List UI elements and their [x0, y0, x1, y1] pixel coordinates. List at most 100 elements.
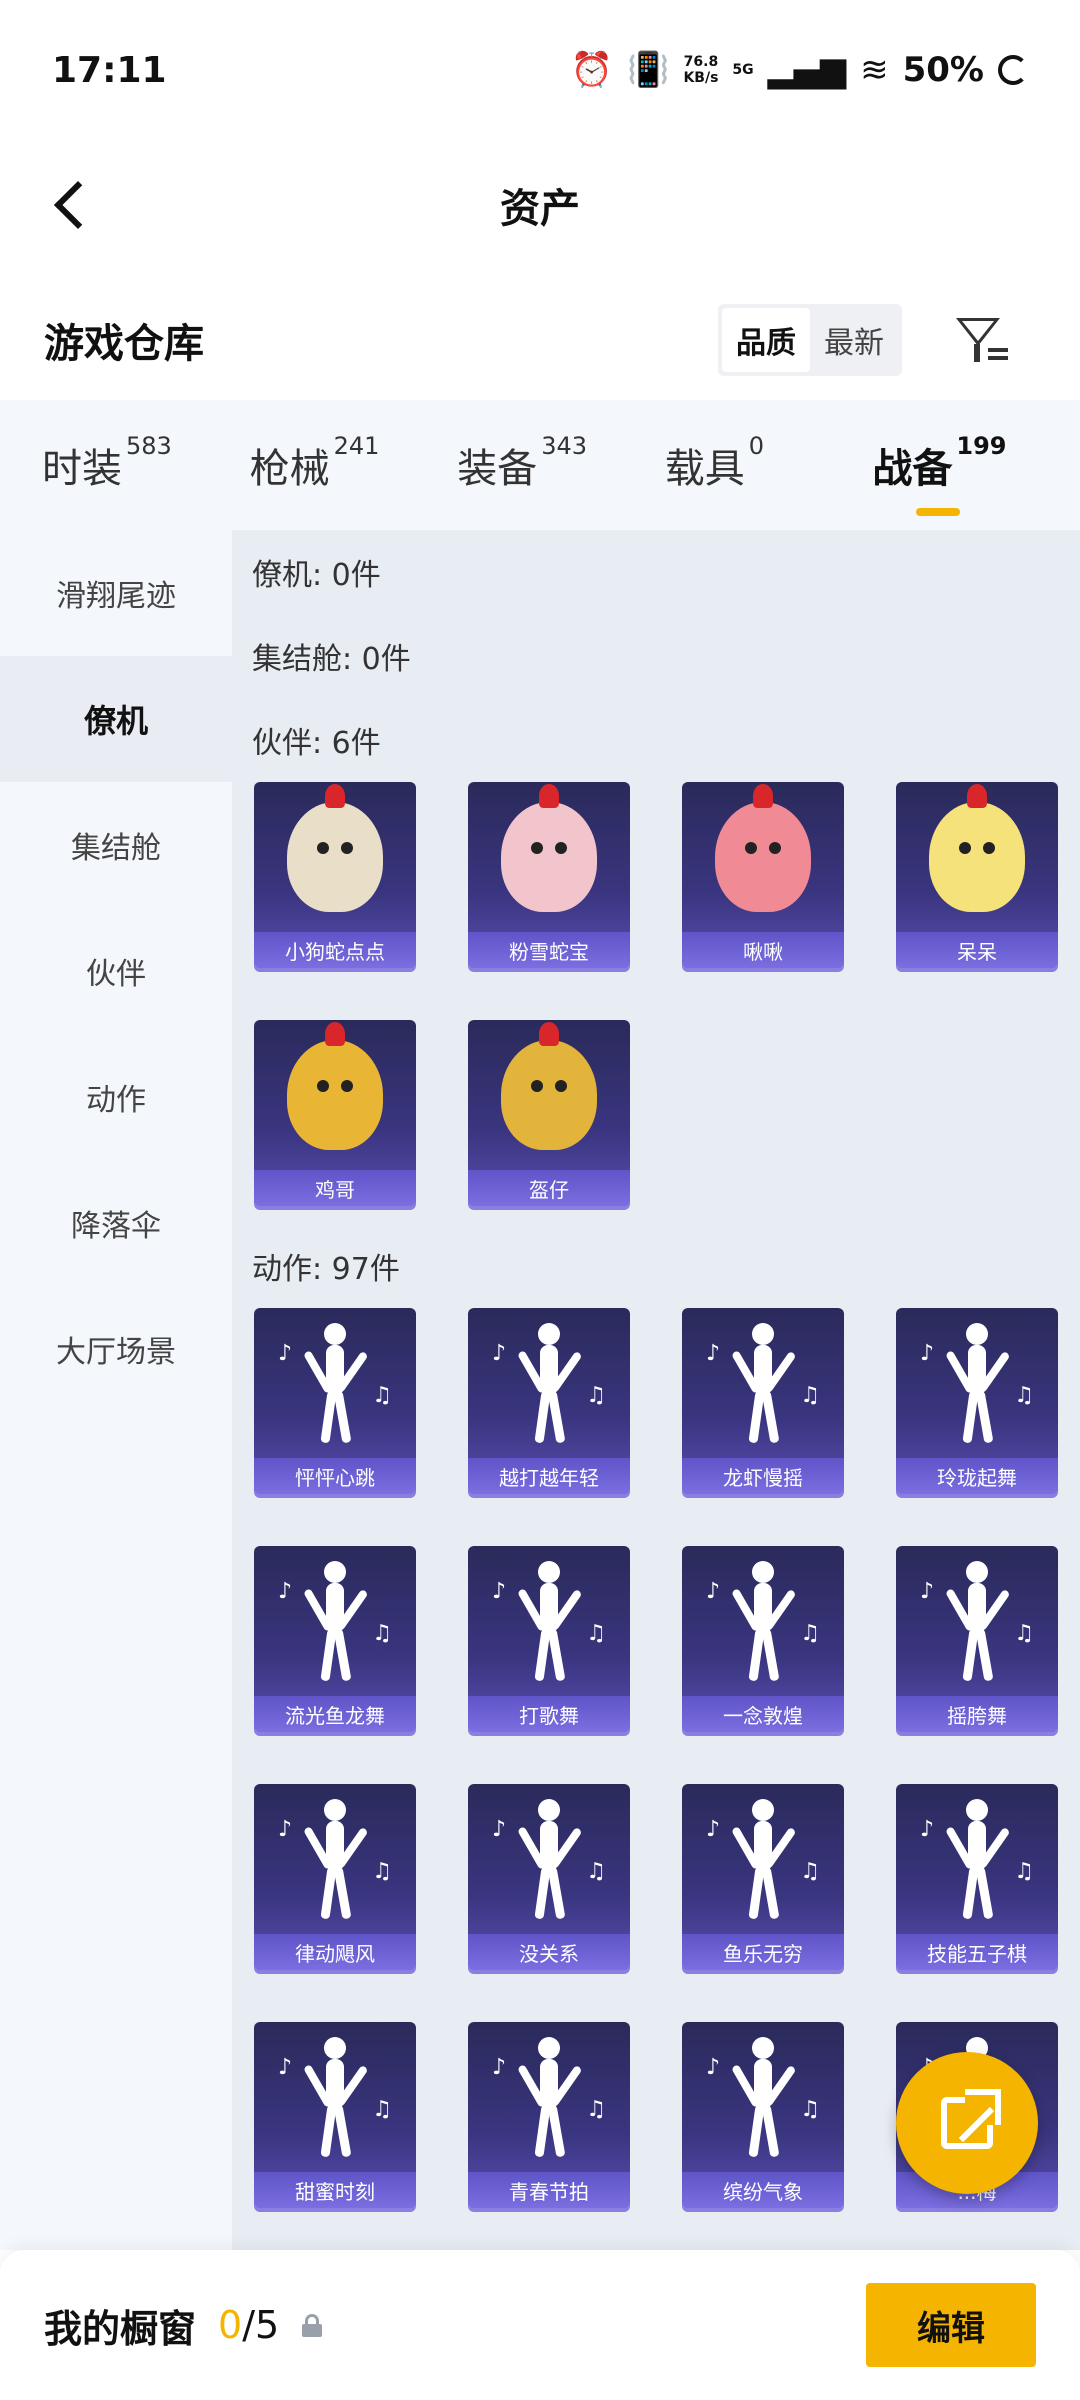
partner-image	[254, 782, 416, 932]
tab-label: 载具	[664, 446, 745, 492]
back-button[interactable]	[36, 170, 106, 240]
emote-card[interactable]: ♪ ♫ 没关系	[468, 1784, 630, 1970]
showcase-current: 0	[218, 2303, 243, 2347]
emote-name: 流光鱼龙舞	[254, 1696, 416, 1732]
emote-card[interactable]: ♪ ♫ 一念敦煌	[682, 1546, 844, 1732]
section-assembly: 集结舱: 0件	[252, 642, 411, 677]
partner-name: 小狗蛇点点	[254, 932, 416, 968]
section-emote: 动作: 97件	[252, 1252, 400, 1287]
emote-image: ♪♫	[896, 1308, 1058, 1458]
emote-card[interactable]: ♪ ♫ 龙虾慢摇	[682, 1308, 844, 1494]
partner-image	[254, 1020, 416, 1170]
tab-count: 583	[126, 432, 172, 460]
sidebar-item[interactable]: 动作	[0, 1034, 232, 1160]
sidebar-item[interactable]: 集结舱	[0, 782, 232, 908]
emote-image: ♪♫	[254, 1784, 416, 1934]
net-speed: 76.8 KB/s	[683, 54, 718, 86]
partner-name: 鸡哥	[254, 1170, 416, 1206]
status-icons: ⏰ 📳 76.8 KB/s 5G ▂▄▆ ≋ 50%	[571, 50, 1028, 90]
emote-image: ♪♫	[468, 1546, 630, 1696]
emote-image: ♪♫	[682, 1308, 844, 1458]
emote-image: ♪♫	[682, 1784, 844, 1934]
sort-quality-option[interactable]: 品质	[722, 308, 810, 372]
emote-card[interactable]: ♪ ♫ 怦怦心跳	[254, 1308, 416, 1494]
emote-name: 玲珑起舞	[896, 1458, 1058, 1494]
emote-image: ♪♫	[254, 1546, 416, 1696]
emote-name: 甜蜜时刻	[254, 2172, 416, 2208]
partner-grid: 小狗蛇点点 粉雪蛇宝 啾啾 呆呆鸡哥 盔仔	[232, 782, 1080, 1258]
tab-category[interactable]: 装备 343	[457, 432, 665, 494]
share-fab-button[interactable]	[896, 2052, 1038, 2194]
emote-card[interactable]: ♪ ♫ 律动飓风	[254, 1784, 416, 1970]
subcategory-sidebar: 滑翔尾迹 僚机 集结舱 伙伴 动作 降落伞 大厅场景	[0, 530, 232, 2250]
net-speed-unit: KB/s	[683, 70, 719, 86]
section-wingman: 僚机: 0件	[252, 558, 381, 593]
share-icon	[941, 2089, 1001, 2149]
sidebar-item[interactable]: 大厅场景	[0, 1286, 232, 1412]
emote-name: 没关系	[468, 1934, 630, 1970]
section-partner: 伙伴: 6件	[252, 726, 381, 761]
emote-card[interactable]: ♪ ♫ 摇胯舞	[896, 1546, 1058, 1732]
partner-card[interactable]: 啾啾	[682, 782, 844, 968]
filter-icon[interactable]	[954, 310, 1014, 370]
showcase-label: 我的橱窗	[44, 2306, 197, 2351]
partner-card[interactable]: 盔仔	[468, 1020, 630, 1206]
tab-count: 199	[956, 432, 1007, 460]
vibrate-icon: 📳	[627, 50, 670, 90]
emote-name: 打歌舞	[468, 1696, 630, 1732]
showcase-total: /5	[242, 2303, 280, 2347]
emote-image: ♪♫	[896, 1546, 1058, 1696]
sort-toggle: 品质 最新	[718, 304, 902, 376]
emote-card[interactable]: ♪ ♫ 技能五子棋	[896, 1784, 1058, 1970]
partner-image	[468, 782, 630, 932]
emote-card[interactable]: ♪ ♫ 缤纷气象	[682, 2022, 844, 2208]
partner-name: 啾啾	[682, 932, 844, 968]
emote-image: ♪♫	[254, 1308, 416, 1458]
sidebar-item[interactable]: 僚机	[0, 656, 232, 782]
tab-category[interactable]: 载具 0	[664, 432, 873, 494]
emote-image: ♪♫	[896, 1784, 1058, 1934]
emote-name: 越打越年轻	[468, 1458, 630, 1494]
battery-level: 50%	[902, 50, 984, 90]
emote-card[interactable]: ♪ ♫ 玲珑起舞	[896, 1308, 1058, 1494]
tab-count: 0	[748, 432, 765, 460]
partner-image	[468, 1020, 630, 1170]
partner-card[interactable]: 呆呆	[896, 782, 1058, 968]
partner-card[interactable]: 鸡哥	[254, 1020, 416, 1206]
showcase-bar: 我的橱窗 0/5 编辑	[0, 2250, 1080, 2400]
warehouse-row: 游戏仓库 品质 最新	[0, 290, 1080, 390]
category-tabs: 时装 583 枪械 241 装备 343 载具 0 战备 199	[0, 400, 1080, 530]
emote-image: ♪♫	[468, 1308, 630, 1458]
chevron-left-icon	[53, 180, 103, 230]
signal-icon: ▂▄▆	[767, 50, 847, 90]
emote-name: 青春节拍	[468, 2172, 630, 2208]
emote-name: 怦怦心跳	[254, 1458, 416, 1494]
emote-card[interactable]: ♪ ♫ 打歌舞	[468, 1546, 630, 1732]
emote-card[interactable]: ♪ ♫ 甜蜜时刻	[254, 2022, 416, 2208]
emote-image: ♪♫	[682, 2022, 844, 2172]
partner-card[interactable]: 小狗蛇点点	[254, 782, 416, 968]
partner-card[interactable]: 粉雪蛇宝	[468, 782, 630, 968]
wifi-icon: ≋	[860, 50, 889, 90]
sidebar-item[interactable]: 滑翔尾迹	[0, 530, 232, 656]
emote-card[interactable]: ♪ ♫ 青春节拍	[468, 2022, 630, 2208]
sidebar-item[interactable]: 降落伞	[0, 1160, 232, 1286]
emote-card[interactable]: ♪ ♫ 流光鱼龙舞	[254, 1546, 416, 1732]
emote-image: ♪♫	[468, 2022, 630, 2172]
emote-image: ♪♫	[468, 1784, 630, 1934]
tab-category[interactable]: 战备 199	[872, 432, 1080, 516]
net-speed-value: 76.8	[683, 54, 719, 70]
page-title: 资产	[500, 186, 580, 232]
emote-card[interactable]: ♪ ♫ 鱼乐无穷	[682, 1784, 844, 1970]
sort-newest-option[interactable]: 最新	[810, 308, 898, 372]
showcase-count: 0/5	[218, 2303, 279, 2347]
emote-card[interactable]: ♪ ♫ 越打越年轻	[468, 1308, 630, 1494]
tab-category[interactable]: 枪械 241	[249, 432, 458, 494]
sidebar-item[interactable]: 伙伴	[0, 908, 232, 1034]
edit-button[interactable]: 编辑	[866, 2283, 1036, 2367]
tab-category[interactable]: 时装 583	[42, 432, 250, 494]
emote-image: ♪♫	[682, 1546, 844, 1696]
partner-name: 粉雪蛇宝	[468, 932, 630, 968]
partner-image	[682, 782, 844, 932]
tab-label: 枪械	[249, 446, 330, 492]
